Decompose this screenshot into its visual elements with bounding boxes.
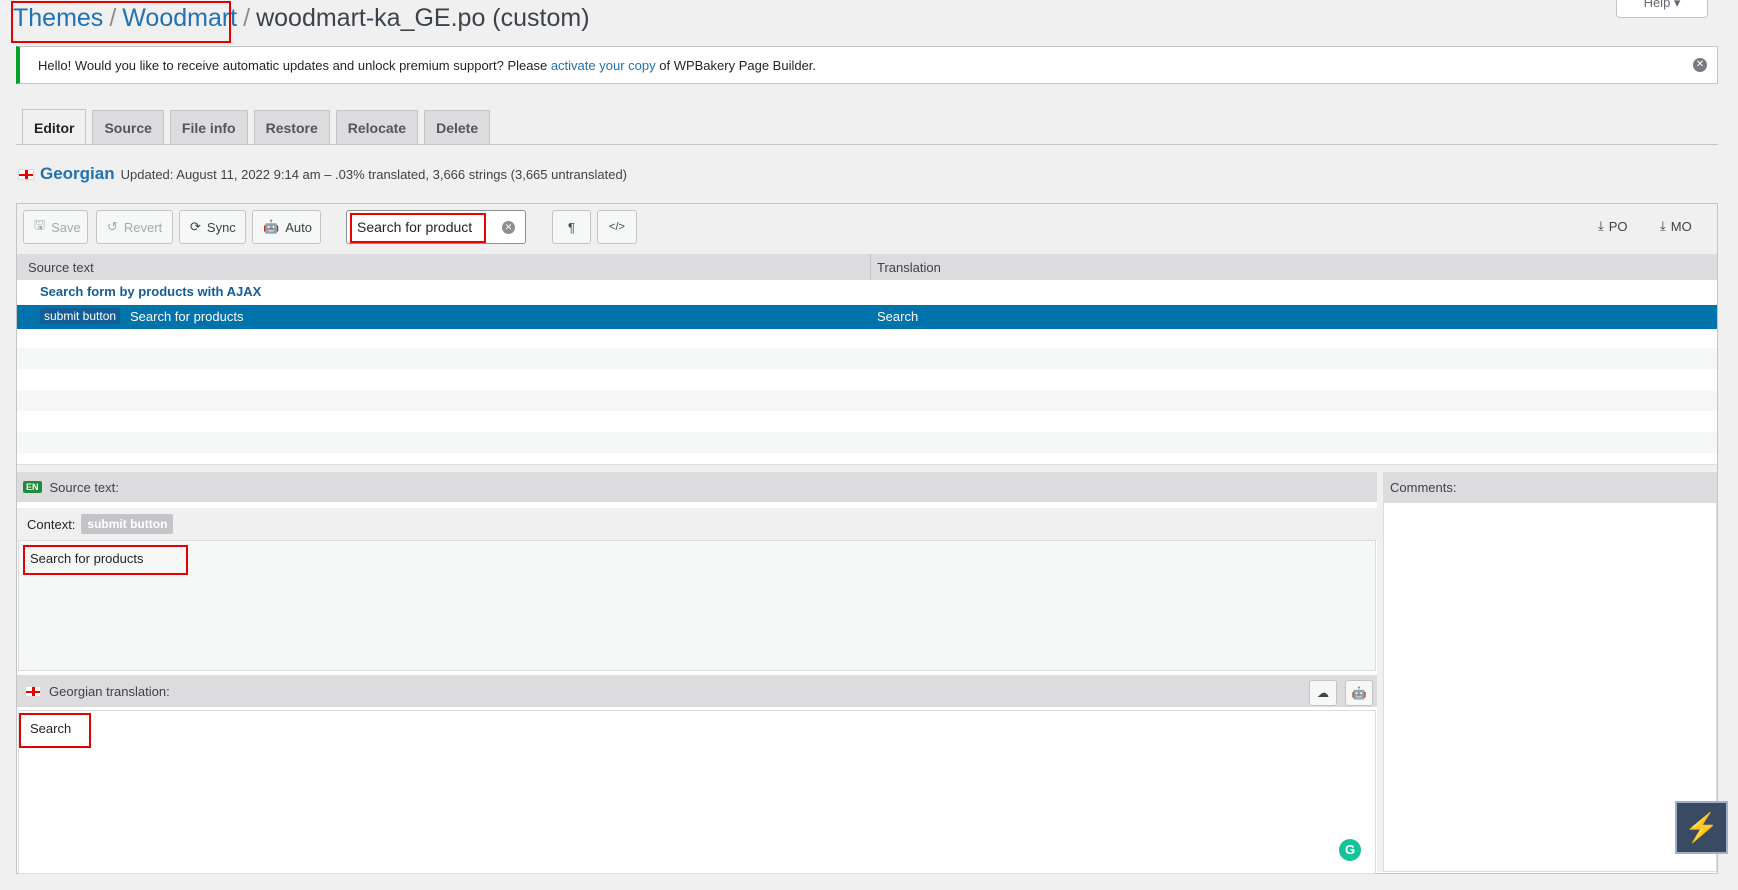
tab-delete[interactable]: Delete [424, 110, 491, 144]
context-label: Context: [27, 516, 76, 532]
tab-restore[interactable]: Restore [253, 110, 330, 144]
search-value: Search for product [357, 219, 473, 235]
table-row-selected[interactable]: submit button Search for products Search [17, 305, 1717, 329]
translation-text: Search [30, 721, 72, 736]
group-row[interactable]: Search form by products with AJAX [40, 284, 261, 299]
source-label: Source text: [49, 479, 119, 495]
row-translation: Search [877, 309, 919, 324]
translation-label: Georgian translation: [49, 683, 170, 699]
toggle-code-button[interactable]: </> [597, 210, 637, 244]
row-source: Search for products [130, 309, 244, 324]
translation-textarea[interactable]: Search [18, 710, 1376, 874]
status-summary: Updated: August 11, 2022 9:14 am – .03% … [120, 166, 627, 182]
lightning-bolt-icon[interactable]: ⚡ [1675, 801, 1728, 854]
breadcrumb-file: woodmart-ka_GE.po (custom) [256, 4, 590, 32]
robot-icon: 🤖 [263, 219, 280, 234]
tabs-divider [16, 144, 1718, 145]
breadcrumb-themes-link[interactable]: Themes [13, 4, 103, 32]
update-notice: Hello! Would you like to receive automat… [16, 46, 1718, 84]
translation-pane-header: Georgian translation: [17, 675, 1377, 707]
column-divider [870, 254, 871, 280]
breadcrumb-woodmart-link[interactable]: Woodmart [122, 4, 237, 32]
robot-icon: 🤖 [1351, 686, 1367, 700]
grid-resize-handle[interactable] [17, 464, 1717, 472]
file-status: Georgian Updated: August 11, 2022 9:14 a… [18, 164, 627, 184]
dismiss-notice-icon[interactable]: ✕ [1693, 58, 1707, 72]
context-badge: submit button [40, 308, 121, 324]
search-input[interactable]: Search for product ✕ [346, 210, 526, 244]
revert-icon: ↺ [107, 219, 118, 234]
comments-header: Comments: [1383, 472, 1717, 502]
pilcrow-icon: ¶ [568, 219, 575, 235]
cloud-translate-button[interactable]: ☁ [1309, 680, 1337, 706]
empty-row [17, 432, 1717, 453]
download-mo-button[interactable]: ⤓ MO [1660, 218, 1692, 234]
save-icon: 🖫 [34, 217, 46, 232]
toggle-invisibles-button[interactable]: ¶ [552, 210, 591, 244]
clear-search-icon[interactable]: ✕ [502, 221, 515, 234]
source-text: Search for products [30, 551, 144, 566]
download-po-button[interactable]: ⤓ PO [1598, 218, 1628, 234]
georgia-flag-icon [18, 168, 34, 180]
sync-icon: ⟳ [190, 219, 201, 234]
download-icon: ⤓ [1660, 218, 1666, 233]
comments-label: Comments: [1390, 479, 1457, 495]
sync-button[interactable]: ⟳ Sync [179, 210, 246, 244]
empty-row [17, 390, 1717, 411]
notice-text-before: Hello! Would you like to receive automat… [38, 57, 548, 73]
column-translation[interactable]: Translation [877, 260, 941, 275]
source-pane-header: EN Source text: [17, 472, 1377, 502]
download-icon: ⤓ [1598, 218, 1604, 233]
empty-row [17, 348, 1717, 369]
column-source-text[interactable]: Source text [28, 260, 94, 275]
georgia-flag-icon [25, 685, 41, 697]
grid-header: Source text Translation [17, 254, 1717, 280]
breadcrumb: Themes / Woodmart / woodmart-ka_GE.po (custo… [13, 4, 590, 32]
editor-tabs: Editor Source File info Restore Relocate… [22, 109, 491, 145]
help-button[interactable]: Help ▾ [1616, 0, 1708, 18]
activate-link[interactable]: activate your copy [551, 58, 656, 73]
cloud-icon: ☁ [1317, 686, 1329, 700]
language-link[interactable]: Georgian [40, 164, 115, 184]
revert-button[interactable]: ↺ Revert [96, 210, 173, 244]
comments-box [1383, 502, 1717, 872]
grammarly-icon[interactable]: G [1339, 839, 1361, 861]
english-flag-icon: EN [23, 481, 42, 493]
tab-editor[interactable]: Editor [22, 109, 87, 145]
robot-translate-button[interactable]: 🤖 [1345, 680, 1373, 706]
auto-translate-button[interactable]: 🤖 Auto [252, 210, 321, 244]
save-button[interactable]: 🖫 Save [23, 210, 88, 244]
tab-file-info[interactable]: File info [169, 110, 248, 144]
tab-relocate[interactable]: Relocate [335, 110, 419, 144]
code-icon: </> [609, 221, 625, 233]
context-row: Context: submit button [17, 508, 1377, 540]
context-pill: submit button [81, 514, 174, 534]
tab-source[interactable]: Source [92, 110, 164, 144]
notice-text-after: of WPBakery Page Builder. [659, 57, 817, 73]
source-text-box: Search for products [18, 540, 1376, 671]
